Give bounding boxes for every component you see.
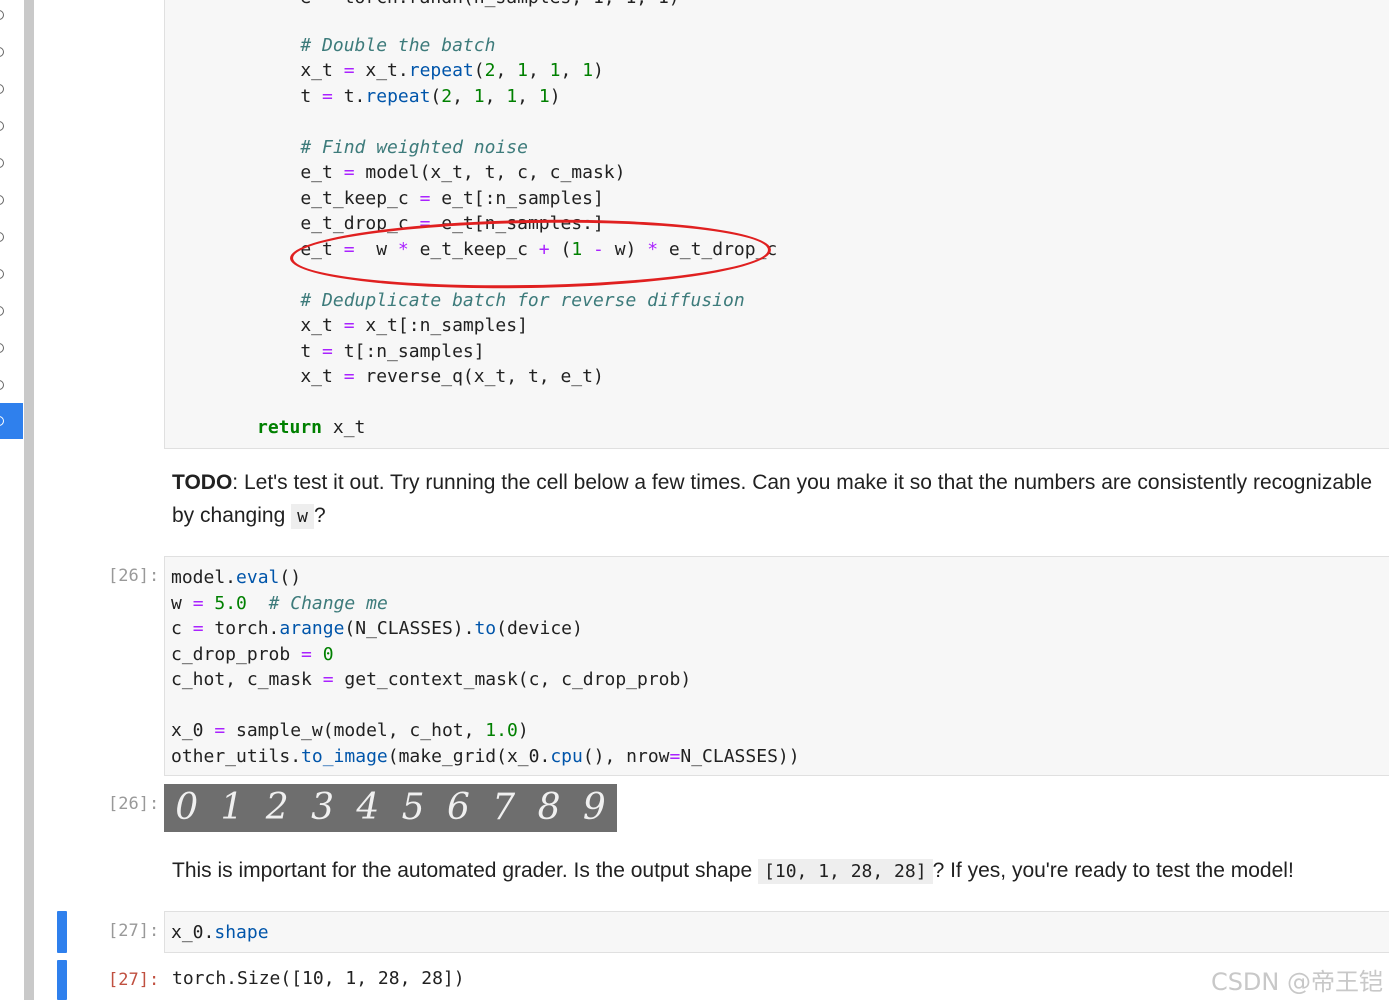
code-line: x_t = x_t.repeat(2, 1, 1, 1) t = t.repea… [257, 60, 604, 107]
outline-marker [0, 416, 4, 426]
cell-prompt-out: [26]: [108, 794, 160, 814]
outline-marker[interactable] [0, 121, 4, 131]
outline-marker[interactable] [0, 10, 4, 20]
outline-active-item[interactable] [0, 403, 23, 439]
cell-output-marker[interactable] [57, 960, 67, 1000]
digit-sample: 5 [401, 787, 425, 828]
todo-label: TODO [172, 471, 233, 494]
digit-sample: 8 [537, 787, 561, 828]
outline-marker[interactable] [0, 232, 4, 242]
inline-code-w: w [291, 504, 314, 529]
code-text: e = torch.randn(n_samples, 1, 1, 1) [257, 0, 679, 8]
sidebar-scrollbar[interactable] [24, 0, 34, 1000]
comment-dedup: # Deduplicate batch for reverse diffusio… [257, 290, 745, 311]
cell-prompt-in: [27]: [108, 921, 160, 941]
digit-sample: 2 [265, 787, 289, 828]
outline-marker[interactable] [0, 84, 4, 94]
outline-marker[interactable] [0, 47, 4, 57]
watermark: CSDN @帝王铠 [1210, 968, 1383, 996]
digit-sample: 9 [582, 787, 606, 828]
outline-marker[interactable] [0, 306, 4, 316]
outline-marker[interactable] [0, 195, 4, 205]
todo-question: ? [313, 504, 326, 527]
outline-marker[interactable] [0, 269, 4, 279]
markdown-todo: TODO: Let's test it out. Try running the… [172, 466, 1377, 533]
code-cell-27[interactable]: x_0.shape [164, 911, 1389, 953]
code-line: x_0.shape [171, 920, 269, 946]
left-outline-rail [0, 0, 24, 1000]
code-cell-sample-w[interactable]: e = torch.randn(n_samples, 1, 1, 1) # Do… [164, 0, 1389, 449]
cell-prompt-in: [26]: [108, 566, 160, 586]
code-comment: # Double the batch [257, 33, 495, 59]
cell-selected-marker[interactable] [57, 911, 67, 953]
generated-digits-image: 0 1 2 3 4 5 6 7 8 9 [164, 784, 617, 832]
code-line: return x_t [257, 415, 365, 441]
digit-sample: 0 [175, 787, 199, 828]
inline-code-shape: [10, 1, 28, 28] [758, 859, 933, 884]
cell-output-text: torch.Size([10, 1, 28, 28]) [172, 966, 465, 992]
output-value: torch.Size([10, 1, 28, 28]) [172, 968, 465, 989]
comment-find-noise: # Find weighted noise [257, 137, 528, 158]
grader-text: This is important for the automated grad… [172, 859, 759, 882]
digit-sample: 4 [356, 787, 380, 828]
code-line: e = torch.randn(n_samples, 1, 1, 1) [257, 0, 679, 11]
code-comment: # Deduplicate batch for reverse diffusio… [257, 288, 745, 314]
todo-text: : Let's test it out. Try running the cel… [172, 471, 1373, 527]
return-value: x_t [322, 417, 366, 438]
digit-sample: 7 [492, 787, 516, 828]
code-line: x_t = x_t[:n_samples] t = t[:n_samples] … [257, 315, 604, 387]
code-cell-26[interactable]: model.eval() w = 5.0 # Change me c = tor… [164, 556, 1389, 776]
comment-double-batch: # Double the batch [257, 35, 496, 56]
cell-prompt-out: [27]: [108, 970, 160, 990]
digit-sample: 6 [446, 787, 470, 828]
code-text: x_0.shape [171, 922, 269, 943]
code-comment: # Find weighted noise [257, 135, 528, 161]
outline-marker[interactable] [0, 343, 4, 353]
digit-sample: 1 [220, 787, 244, 828]
outline-marker[interactable] [0, 158, 4, 168]
comment-change-me: # Change me [268, 592, 388, 614]
markdown-grader: This is important for the automated grad… [172, 856, 1294, 887]
grader-after: ? If yes, you're ready to test the model… [932, 859, 1294, 882]
keyword-return: return [257, 417, 323, 438]
outline-marker[interactable] [0, 380, 4, 390]
code-block: model.eval() w = 5.0 # Change me c = tor… [171, 567, 800, 767]
digit-sample: 3 [311, 787, 334, 828]
